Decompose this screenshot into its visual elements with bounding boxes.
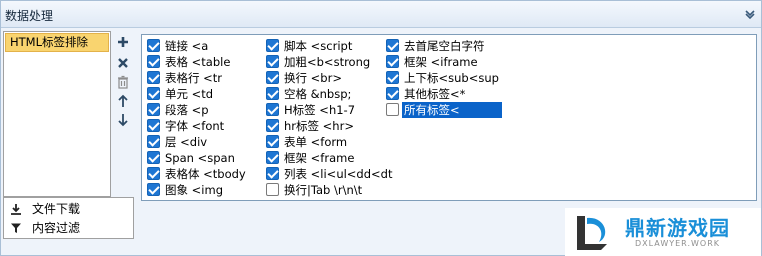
tag-option-checkbox[interactable] — [147, 135, 160, 148]
rule-list-item[interactable]: HTML标签排除 — [5, 33, 109, 52]
move-up-icon[interactable] — [116, 94, 130, 108]
tag-option-checkbox[interactable] — [147, 151, 160, 164]
watermark-title: 鼎新游戏园 — [625, 216, 730, 240]
tag-option-checkbox[interactable] — [386, 55, 399, 68]
tag-option-label: 表格 <table — [165, 55, 231, 69]
tag-option-label: 层 <div — [165, 135, 208, 149]
panel-header: 数据处理 — [1, 1, 761, 28]
tag-option-label: 空格 &nbsp; — [284, 87, 352, 101]
tag-option-checkbox[interactable] — [147, 103, 160, 116]
tag-option-checkbox[interactable] — [147, 119, 160, 132]
tag-option-checkbox[interactable] — [266, 167, 279, 180]
tag-option-checkbox[interactable] — [147, 167, 160, 180]
tag-option-checkbox[interactable] — [266, 119, 279, 132]
list-toolbar — [113, 31, 133, 197]
watermark-logo-icon — [577, 216, 607, 250]
add-icon[interactable] — [116, 35, 130, 49]
watermark-subtitle: DXLAWYER.WORK — [635, 239, 720, 248]
tag-option-checkbox[interactable] — [147, 183, 160, 196]
tag-option-label: 换行|Tab \r\n\t — [284, 183, 363, 197]
move-down-icon[interactable] — [116, 113, 130, 127]
tag-option-label: 加粗<b<strong — [284, 55, 371, 69]
tag-option-checkbox[interactable] — [386, 103, 399, 116]
tag-option-label: 列表 <li<ul<dd<dt — [284, 167, 393, 181]
trash-icon[interactable] — [116, 75, 130, 89]
tag-option-checkbox[interactable] — [266, 183, 279, 196]
bottom-nav: 文件下载 内容过滤 — [3, 197, 134, 239]
tag-option-label: 字体 <font — [165, 119, 225, 133]
tag-option-label: 表格体 <tbody — [165, 167, 246, 181]
tag-option-label: 其他标签<* — [404, 87, 466, 101]
tag-option-checkbox[interactable] — [147, 39, 160, 52]
tag-option-checkbox[interactable] — [147, 71, 160, 84]
tag-option-label: 框架 <frame — [284, 151, 355, 165]
rule-list[interactable]: HTML标签排除 — [3, 31, 111, 197]
tag-option-checkbox[interactable] — [266, 39, 279, 52]
nav-item-download[interactable]: 文件下载 — [8, 200, 132, 218]
tag-option-label: 链接 <a — [165, 39, 209, 53]
tag-option-checkbox[interactable] — [266, 55, 279, 68]
download-icon — [11, 204, 21, 215]
tag-option-checkbox[interactable] — [386, 39, 399, 52]
nav-item-label: 内容过滤 — [32, 221, 81, 235]
tag-option-checkbox[interactable] — [266, 103, 279, 116]
tag-option-label: 单元 <td — [165, 87, 214, 101]
delete-icon[interactable] — [116, 56, 130, 70]
nav-item-filter[interactable]: 内容过滤 — [8, 219, 132, 237]
tag-option-checkbox[interactable] — [386, 87, 399, 100]
tag-option-checkbox[interactable] — [147, 87, 160, 100]
tag-option-label: 图象 <img — [165, 183, 223, 197]
tag-option-label: 去首尾空白字符 — [404, 39, 485, 53]
watermark: 鼎新游戏园 DXLAWYER.WORK — [565, 208, 761, 256]
nav-item-label: 文件下载 — [32, 202, 81, 216]
tag-option-checkbox[interactable] — [386, 71, 399, 84]
tag-option-label: 框架 <iframe — [404, 55, 478, 69]
tag-option-label: 表单 <form — [284, 135, 348, 149]
tag-option-checkbox[interactable] — [266, 87, 279, 100]
filter-icon — [11, 223, 21, 233]
panel-title: 数据处理 — [5, 9, 54, 23]
data-processing-panel: 数据处理 HTML标签排除 文件下载 内容过滤 链接 <a 表格 <table … — [0, 0, 762, 256]
tag-option-label: 所有标签< — [402, 102, 502, 118]
tag-option-label: H标签 <h1-7 — [284, 103, 356, 117]
tag-option-checkbox[interactable] — [266, 135, 279, 148]
tag-option-label: 上下标<sub<sup — [404, 71, 499, 85]
collapse-icon[interactable] — [744, 8, 756, 20]
tag-option-label: 脚本 <script — [284, 39, 353, 53]
tag-option-label: Span <span — [165, 151, 235, 165]
tag-option-label: 表格行 <tr — [165, 71, 223, 85]
tag-option-checkbox[interactable] — [147, 55, 160, 68]
tag-option-label: hr标签 <hr> — [284, 119, 354, 133]
tag-option-checkbox[interactable] — [266, 151, 279, 164]
tag-options-grid: 链接 <a 表格 <table 表格行 <tr 单元 <td 段落 <p 字体 <font… — [141, 34, 757, 201]
tag-option-label: 换行 <br> — [284, 71, 342, 85]
tag-option-label: 段落 <p — [165, 103, 209, 117]
tag-option-checkbox[interactable] — [266, 71, 279, 84]
